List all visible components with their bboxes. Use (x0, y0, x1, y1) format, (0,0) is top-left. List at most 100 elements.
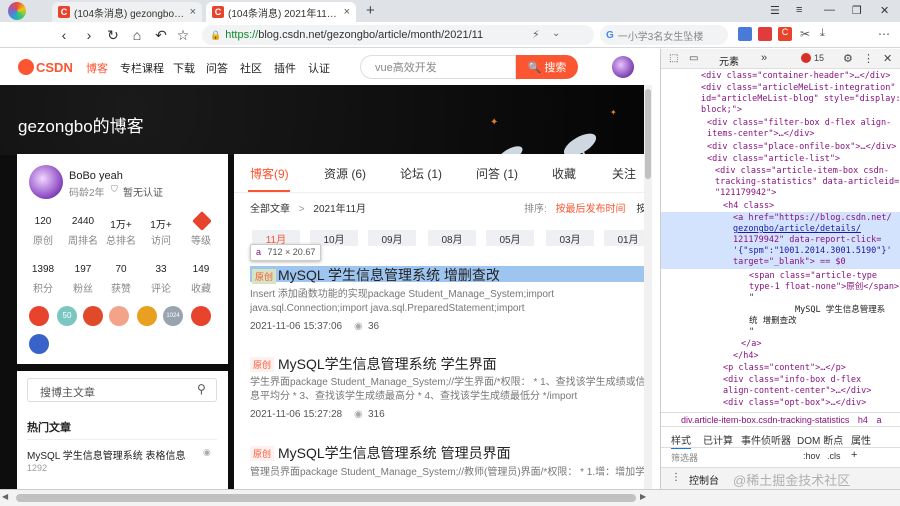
forward-icon[interactable]: › (80, 26, 98, 44)
tab-properties[interactable]: 属性 (851, 432, 871, 447)
hot-article-link[interactable]: MySQL 学生信息管理系统 表格信息 (27, 447, 186, 462)
article-title-link[interactable]: MySQL 学生信息管理系统 增删查改 (278, 265, 500, 285)
dom-node-line[interactable]: <div class="article-list"> (661, 154, 900, 165)
more-tabs-icon[interactable]: » (761, 52, 767, 64)
badge-up-icon[interactable] (83, 306, 103, 326)
error-icon[interactable] (801, 53, 811, 63)
profile-name[interactable]: BoBo yeah (69, 170, 123, 182)
nav-plugin[interactable]: 插件 (274, 60, 296, 76)
tab-forum[interactable]: 论坛 (1) (400, 165, 442, 182)
filter-input[interactable]: 筛选器 (671, 451, 698, 464)
reload-icon[interactable]: ↻ (104, 26, 122, 44)
nav-community[interactable]: 社区 (240, 60, 262, 76)
error-count[interactable]: 15 (814, 53, 824, 63)
blog-title[interactable]: gezongbo的博客 (18, 112, 144, 137)
extension-icon-square[interactable] (758, 27, 772, 41)
dom-node-line[interactable]: <div class="article-item-box csdn- (661, 166, 900, 177)
dom-node-line[interactable]: <span class="article-type (661, 271, 900, 282)
badge-pen-icon[interactable] (191, 306, 211, 326)
devtools-tab-elements[interactable]: 元素 (719, 53, 739, 68)
csdn-logo[interactable]: CSDN (18, 59, 73, 75)
badge-gold-icon[interactable] (137, 306, 157, 326)
home-icon[interactable]: ⌂ (128, 26, 146, 44)
tab-questions[interactable]: 问答 (1) (476, 165, 518, 182)
nav-course[interactable]: 专栏课程 (120, 60, 164, 76)
breadcrumb-root[interactable]: 全部文章 (250, 204, 290, 215)
tab-month[interactable]: C (104条消息) 2021年11月_ge × (206, 2, 356, 22)
month-chip[interactable]: 05月 (486, 230, 534, 246)
minimize-icon[interactable]: — (824, 4, 835, 16)
back-icon[interactable]: ‹ (55, 26, 73, 44)
dom-node-line[interactable]: <div class="place-onfile-box">…</div> (661, 142, 900, 153)
hov-toggle[interactable]: :hov (803, 451, 820, 461)
dom-node-line[interactable]: <div class="container-header">…</div> (661, 71, 900, 82)
tab-computed[interactable]: 已计算 (703, 432, 733, 447)
drawer-menu-icon[interactable]: ⋮ (671, 472, 681, 483)
dropdown-icon[interactable]: ⌄ (552, 28, 560, 39)
maximize-icon[interactable]: ❐ (852, 4, 862, 17)
month-chip[interactable]: 03月 (546, 230, 594, 246)
kebab-menu-icon[interactable]: ⋮ (863, 52, 874, 65)
more-icon[interactable]: ⋯ (878, 27, 890, 41)
dom-node-line-selected[interactable]: <a href="https://blog.csdn.net/ (661, 213, 900, 224)
profile-avatar[interactable] (29, 165, 63, 199)
close-window-icon[interactable]: ✕ (880, 4, 889, 17)
csdn-search-input[interactable]: vue高效开发 (360, 55, 516, 79)
tab-blog-posts[interactable]: 博客(9) (250, 165, 289, 182)
undo-icon[interactable]: ↶ (152, 26, 170, 44)
blog-search-icon[interactable]: ⚲ (197, 382, 206, 396)
blog-search-input[interactable]: 搜博主文章 (27, 378, 217, 402)
badge-cake-icon[interactable] (109, 306, 129, 326)
scissors-icon[interactable]: ✂ (800, 27, 810, 41)
csdn-search-button[interactable]: 🔍 搜索 (516, 55, 578, 79)
dom-node-line[interactable]: </a> (661, 339, 900, 350)
user-avatar[interactable] (612, 56, 634, 78)
download-icon[interactable]: ⤓ (820, 27, 825, 40)
horizontal-scrollbar[interactable]: ◀ ▶ (0, 489, 900, 506)
dom-node-line[interactable]: <p class="content">…</p> (661, 363, 900, 374)
badge-monkey-icon[interactable] (29, 306, 49, 326)
nav-qa[interactable]: 问答 (206, 60, 228, 76)
breadcrumb-div[interactable]: div.article-item-box.csdn-tracking-stati… (681, 415, 849, 425)
menu-icon[interactable]: ≡ (796, 4, 802, 16)
dom-node-line[interactable]: <div class="articleMeList-integration" (661, 83, 900, 94)
article-title-link[interactable]: MySQL学生信息管理系统 学生界面 (278, 354, 497, 374)
tab-list-icon[interactable]: ☰ (770, 4, 780, 17)
page-scrollbar[interactable] (644, 85, 652, 489)
breadcrumb-h4[interactable]: h4 (858, 415, 868, 425)
scroll-left-icon[interactable]: ◀ (2, 492, 8, 501)
nav-cert[interactable]: 认证 (308, 60, 330, 76)
dom-node-line[interactable]: <div class="opt-box">…</div> (661, 398, 900, 409)
month-chip[interactable]: 09月 (368, 230, 416, 246)
sort-option[interactable]: 按最后发布时间 (556, 204, 626, 215)
dom-node-line[interactable]: <div class="filter-box d-flex align- (661, 118, 900, 129)
close-tab-icon[interactable]: × (340, 6, 350, 18)
browser-logo-icon[interactable] (8, 2, 26, 20)
tab-following[interactable]: 关注 (612, 165, 636, 182)
tab-favorites[interactable]: 收藏 (552, 165, 576, 182)
dom-node-line[interactable]: </h4> (661, 351, 900, 362)
scroll-right-icon[interactable]: ▶ (640, 492, 646, 501)
new-tab-button[interactable]: + (366, 2, 375, 19)
settings-gear-icon[interactable]: ⚙ (843, 52, 853, 65)
close-devtools-icon[interactable]: ✕ (883, 52, 892, 65)
inspect-icon[interactable]: ⬚ (669, 53, 678, 64)
month-chip[interactable]: 08月 (428, 230, 476, 246)
console-tab[interactable]: 控制台 (689, 472, 719, 487)
browser-search-input[interactable]: G 一小学3名女生坠楼 (600, 25, 728, 45)
dom-node-line[interactable]: <h4 class> (661, 201, 900, 212)
tab-blog[interactable]: C (104条消息) gezongbo的博客 × (52, 2, 202, 22)
lightning-icon[interactable]: ⚡ (532, 28, 540, 41)
badge-rocket-icon[interactable] (29, 334, 49, 354)
scrollbar-thumb-horizontal[interactable] (16, 494, 636, 502)
nav-blog[interactable]: 博客 (86, 60, 108, 76)
tab-event-listeners[interactable]: 事件侦听器 (741, 432, 791, 447)
add-rule-icon[interactable]: + (851, 449, 857, 461)
close-tab-icon[interactable]: × (186, 6, 196, 18)
breadcrumb-a[interactable]: a (876, 415, 881, 425)
extension-icon-c[interactable]: C (778, 27, 792, 41)
badge-50-icon[interactable]: 50 (57, 306, 77, 326)
scrollbar-thumb[interactable] (645, 89, 651, 179)
badge-1024-icon[interactable]: 1024 (163, 306, 183, 326)
favorite-star-icon[interactable]: ☆ (174, 26, 192, 44)
